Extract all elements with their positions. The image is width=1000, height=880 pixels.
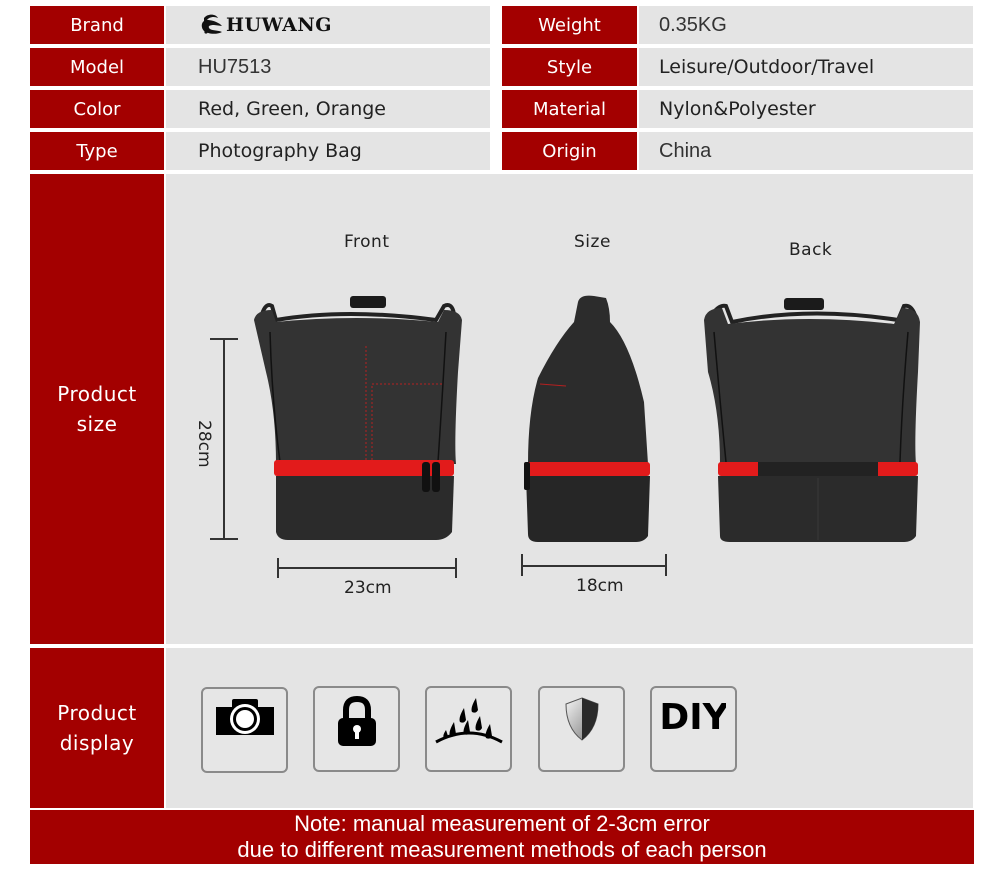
spec-value-material: Nylon&Polyester (639, 90, 973, 128)
label-text: Origin (542, 140, 597, 162)
spec-label-style: Style (502, 48, 637, 86)
spec-value-style: Leisure/Outdoor/Travel (639, 48, 973, 86)
padlock-icon (337, 696, 376, 746)
feature-lock (313, 686, 400, 772)
label-text: Style (546, 56, 593, 78)
spec-value-origin: China (639, 132, 973, 170)
spec-label-model: Model (30, 48, 164, 86)
feature-waterproof (425, 686, 512, 772)
spec-value-type: Photography Bag (166, 132, 490, 170)
feature-diy: DIY (650, 686, 737, 772)
section-label-line1: Product (57, 701, 137, 725)
value-text: HU7513 (198, 55, 272, 78)
note-line1: Note: manual measurement of 2-3cm error (294, 811, 710, 836)
section-label-line2: size (76, 412, 118, 436)
caption-back: Back (789, 240, 833, 260)
value-text: China (659, 139, 712, 162)
label-text: Type (76, 140, 118, 162)
bag-front-image (254, 296, 462, 540)
diy-text: DIY (662, 697, 726, 736)
measurement-note: Note: manual measurement of 2-3cm error … (30, 810, 974, 864)
width-dimension-label: 23cm (344, 578, 392, 598)
value-text: Nylon&Polyester (659, 98, 816, 120)
section-label-line2: display (59, 731, 135, 755)
height-dimension-label: 28cm (194, 420, 214, 468)
diy-icon: DIY (662, 697, 726, 736)
feature-camera (201, 687, 288, 773)
section-label-line1: Product (57, 382, 137, 406)
caption-side: Size (574, 232, 611, 252)
spec-value-color: Red, Green, Orange (166, 90, 490, 128)
width-dimension-line (277, 558, 457, 578)
value-text: Leisure/Outdoor/Travel (659, 56, 875, 78)
spec-label-color: Color (30, 90, 164, 128)
spec-value-weight: 0.35KG (639, 6, 973, 44)
caption-front: Front (344, 232, 390, 252)
spec-label-origin: Origin (502, 132, 637, 170)
brand-wordmark: HUWANG (226, 14, 332, 36)
spec-label-type: Type (30, 132, 164, 170)
spec-label-brand: Brand (30, 6, 164, 44)
feature-protection (538, 686, 625, 772)
camera-icon (215, 699, 274, 735)
product-display-label: Product display (30, 648, 164, 808)
label-text: Color (73, 98, 121, 120)
label-text: Material (532, 98, 607, 120)
waterproof-rain-icon (434, 698, 503, 744)
depth-dimension-label: 18cm (576, 576, 624, 596)
spec-value-model: HU7513 (166, 48, 490, 86)
product-size-panel: Front Size Back 28cm 23cm 18cm (166, 174, 973, 644)
label-text: Brand (70, 14, 124, 36)
product-size-label: Product size (30, 174, 164, 644)
value-text: 0.35KG (659, 13, 727, 36)
brand-logo: HUWANG (198, 12, 332, 38)
note-line2: due to different measurement methods of … (237, 837, 767, 862)
label-text: Weight (538, 14, 601, 36)
value-text: Red, Green, Orange (198, 98, 386, 120)
bag-side-image (524, 295, 650, 542)
bag-back-image (704, 298, 920, 542)
product-display-panel: DIY (166, 648, 973, 808)
value-text: Photography Bag (198, 140, 362, 162)
label-text: Model (69, 56, 125, 78)
spec-label-weight: Weight (502, 6, 637, 44)
spec-label-material: Material (502, 90, 637, 128)
shield-icon (564, 697, 599, 741)
crocodile-logo-icon (201, 14, 222, 34)
spec-value-brand: HUWANG (166, 6, 490, 44)
